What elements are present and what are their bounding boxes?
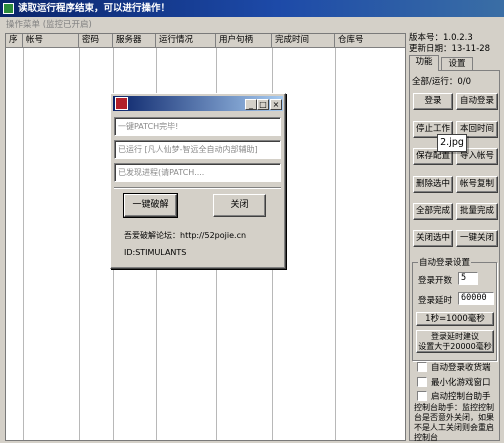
column-header-status[interactable]: 运行情况 [156, 34, 216, 48]
console-assistant-checkbox[interactable] [417, 391, 427, 401]
column-header-password[interactable]: 密码 [79, 34, 113, 48]
column-header-warehouse[interactable]: 仓库号 [335, 34, 405, 48]
dialog-title-bar[interactable]: _ □ × [113, 96, 283, 111]
batch-complete-button[interactable]: 批量完成 [456, 203, 498, 220]
auto-login-group-title: 自动登录设置 [418, 256, 472, 268]
patch-dialog: _ □ × 一键PATCH完毕! 已运行 [凡人仙梦-智远全自动内部辅助] 已发… [110, 93, 286, 269]
delay-suggestion-button[interactable]: 登录延时建议 设置大于20000毫秒 [416, 330, 494, 353]
login-count-input[interactable]: 5 [458, 272, 478, 285]
tab-functions[interactable]: 功能 [409, 55, 439, 71]
menu-item-operations[interactable]: 操作菜单 (监控已开启) [6, 18, 92, 30]
id-label: ID:STIMULANTS [124, 248, 187, 257]
patch-status-field[interactable]: 一键PATCH完毕! [114, 117, 281, 136]
auto-login-receiver-checkbox[interactable] [417, 362, 427, 372]
main-window: 读取运行程序结束，可以进行操作！ 操作菜单 (监控已开启) 序 帐号 密码 服务… [0, 0, 504, 443]
running-status-field[interactable]: 已运行 [凡人仙梦-智远全自动内部辅助] [114, 140, 281, 159]
file-tooltip: 2.jpg [437, 134, 467, 152]
seal-icon [115, 97, 128, 110]
console-assistant-label: 启动控制台助手 [431, 392, 491, 402]
maximize-icon[interactable]: □ [257, 99, 269, 110]
login-button[interactable]: 登录 [413, 93, 453, 110]
minimize-icon[interactable]: _ [245, 99, 257, 110]
crack-button[interactable]: 一键破解 [123, 193, 178, 218]
dialog-separator [114, 187, 281, 189]
update-date-label: 更新日期：13-11-28 [409, 44, 491, 54]
title-bar[interactable]: 读取运行程序结束，可以进行操作！ [0, 0, 504, 17]
close-selected-button[interactable]: 关闭选中 [413, 230, 453, 247]
column-header-handle[interactable]: 用户句柄 [216, 34, 272, 48]
list-header: 序 帐号 密码 服务器 运行情况 用户句柄 完成时间 仓库号 [6, 34, 405, 48]
forum-label: 吾爱破解论坛：http://52pojie.cn [124, 231, 247, 240]
all-complete-button[interactable]: 全部完成 [413, 203, 453, 220]
login-delay-label: 登录延时 [418, 296, 453, 306]
window-title: 读取运行程序结束，可以进行操作！ [18, 3, 171, 14]
run-status-label: 全部/运行：0/0 [412, 77, 472, 87]
minimize-game-checkbox[interactable] [417, 377, 427, 387]
app-icon [3, 3, 14, 14]
console-assistant-note: 控制台助手：监控控制台是否意外关闭，如果不是人工关闭则会重启控制台 [414, 403, 494, 442]
login-count-label: 登录开数 [418, 276, 453, 286]
close-icon[interactable]: × [270, 99, 282, 110]
minimize-game-label: 最小化游戏窗口 [431, 378, 491, 388]
ms-conversion-button[interactable]: 1秒=1000毫秒 [416, 312, 494, 326]
close-all-button[interactable]: 一键关闭 [456, 230, 498, 247]
auto-login-button[interactable]: 自动登录 [456, 93, 498, 110]
auto-login-receiver-label: 自动登录收货端 [431, 363, 491, 373]
menu-bar: 操作菜单 (监控已开启) [0, 17, 408, 31]
column-header-finish-time[interactable]: 完成时间 [272, 34, 335, 48]
delay-suggestion-line2: 设置大于20000毫秒 [418, 342, 492, 351]
delay-suggestion-line1: 登录延时建议 [431, 332, 479, 341]
column-header-server[interactable]: 服务器 [113, 34, 156, 48]
login-delay-input[interactable]: 60000 [458, 292, 494, 305]
delete-selected-button[interactable]: 删除选中 [413, 176, 453, 193]
column-header-index[interactable]: 序 [6, 34, 23, 48]
dialog-close-button[interactable]: 关闭 [213, 194, 266, 217]
process-status-field[interactable]: 已发现进程(请PATCH.... [114, 163, 281, 182]
copy-account-button[interactable]: 帐号复制 [456, 176, 498, 193]
tab-settings[interactable]: 设置 [441, 57, 473, 71]
column-header-account[interactable]: 帐号 [23, 34, 79, 48]
